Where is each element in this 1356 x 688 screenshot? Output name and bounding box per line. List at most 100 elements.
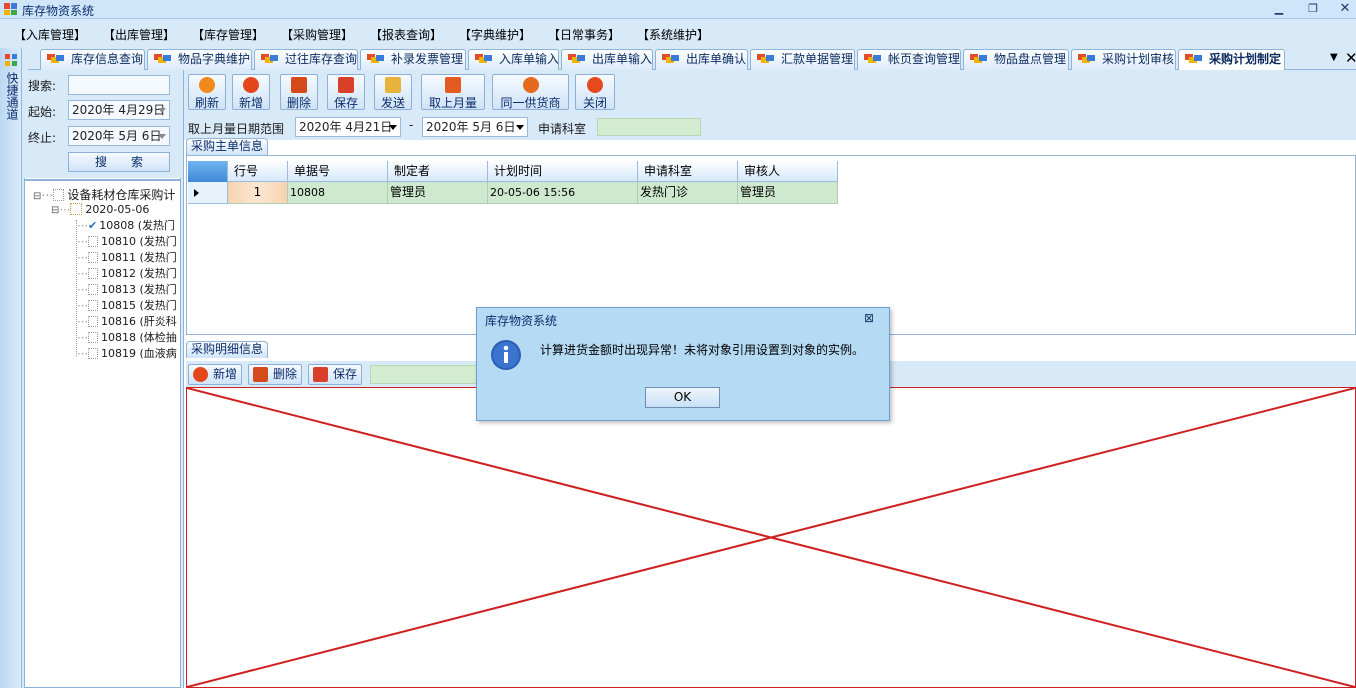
delete-button[interactable]: 删除 — [280, 74, 318, 110]
tab-invoice[interactable]: 补录发票管理 — [360, 49, 466, 70]
refresh-button[interactable]: 刷新 — [188, 74, 226, 110]
col-header-plan-time[interactable]: 计划时间 — [488, 161, 638, 182]
minimize-button[interactable]: ▁ — [1268, 2, 1290, 17]
row-indicator[interactable] — [188, 182, 228, 204]
menu-reports[interactable]: 【报表查询】 — [370, 26, 442, 43]
range-to-value: 2020年 5月 6日 — [426, 120, 516, 134]
add-button[interactable]: 新增 — [232, 74, 270, 110]
col-header-dept[interactable]: 申请科室 — [638, 161, 738, 182]
detail-delete-button[interactable]: 删除 — [248, 364, 303, 385]
tree-item[interactable]: ⋯ 10811 (发热门 — [77, 249, 177, 265]
menu-dictionary[interactable]: 【字典维护】 — [459, 26, 531, 43]
search-button[interactable]: 搜 索 — [68, 152, 170, 172]
menu-inbound[interactable]: 【入库管理】 — [14, 26, 86, 43]
tab-outbound-confirm[interactable]: 出库单确认 — [655, 49, 748, 70]
dialog-title: 库存物资系统 — [485, 314, 558, 328]
tab-label: 汇款单据管理 — [781, 52, 854, 66]
end-date-picker[interactable]: 2020年 5月 6日 — [68, 126, 170, 146]
restore-button[interactable]: ❐ — [1302, 2, 1324, 17]
tree-item[interactable]: ⋯ 10815 (发热门 — [77, 297, 177, 313]
tree-date-label: 2020-05-06 — [85, 203, 150, 216]
range-from-value: 2020年 4月21日 — [299, 120, 393, 134]
same-supplier-button[interactable]: 同一供货商 — [492, 74, 569, 110]
close-window-button[interactable]: ✕ — [1334, 2, 1356, 17]
table-cell-dept[interactable]: 发热门诊 — [638, 182, 738, 204]
add-icon — [193, 367, 208, 382]
fetch-last-month-button[interactable]: 取上月量 — [421, 74, 485, 110]
tree-date-node[interactable]: ⊟⋯ 2020-05-06 — [51, 203, 149, 216]
table-cell-row-no[interactable]: 1 — [228, 182, 288, 204]
tab-past-stock[interactable]: 过往库存查询 — [254, 49, 358, 70]
tab-bar: 库存信息查询 物品字典维护 过往库存查询 补录发票管理 入库单输入 出库单输入 … — [28, 48, 1356, 70]
dept-input[interactable] — [597, 118, 701, 136]
tree-item-label: 10818 (体检抽 — [101, 331, 177, 344]
trash-icon — [253, 367, 268, 382]
tab-icon — [757, 53, 775, 66]
tab-icon — [47, 53, 65, 66]
table-cell-plan-time[interactable]: 20-05-06 15:56 — [488, 182, 638, 204]
tab-plan-create[interactable]: 采购计划制定 — [1178, 49, 1285, 70]
table-cell-creator[interactable]: 管理员 — [388, 182, 488, 204]
tab-remittance[interactable]: 汇款单据管理 — [750, 49, 855, 70]
col-header-reviewer[interactable]: 审核人 — [738, 161, 838, 182]
range-from-picker[interactable]: 2020年 4月21日 — [295, 117, 401, 137]
tab-stocktake[interactable]: 物品盘点管理 — [963, 49, 1069, 70]
error-dialog: 库存物资系统 ⊠ 计算进货金额时出现异常！未将对象引用设置到对象的实例。 OK — [476, 307, 890, 421]
save-button[interactable]: 保存 — [327, 74, 365, 110]
dialog-close-icon[interactable]: ⊠ — [864, 311, 874, 325]
start-date-picker[interactable]: 2020年 4月29日 — [68, 100, 170, 120]
col-header-doc-no[interactable]: 单据号 — [288, 161, 388, 182]
table-cell-doc-no[interactable]: 10808 — [288, 182, 388, 204]
menu-inventory[interactable]: 【库存管理】 — [192, 26, 264, 43]
import-icon — [445, 77, 461, 93]
tab-outbound-entry[interactable]: 出库单输入 — [561, 49, 653, 70]
end-date-value: 2020年 5月 6日 — [72, 129, 162, 143]
search-input[interactable] — [68, 75, 170, 95]
tab-label: 帐页查询管理 — [888, 52, 961, 66]
document-icon — [88, 236, 98, 247]
menu-purchase[interactable]: 【采购管理】 — [281, 26, 353, 43]
col-header-creator[interactable]: 制定者 — [388, 161, 488, 182]
col-header-row-no[interactable]: 行号 — [228, 161, 288, 182]
send-button[interactable]: 发送 — [374, 74, 412, 110]
tree-item[interactable]: ⋯ 10816 (肝炎科 — [77, 313, 177, 329]
tab-label: 采购计划审核 — [1102, 52, 1175, 66]
tree-item-label: 10808 (发热门 — [99, 219, 175, 232]
folder-icon — [53, 189, 65, 201]
select-all-cell[interactable] — [188, 161, 228, 182]
plan-tree[interactable]: ⊟⋯ 设备耗材仓库采购计 ⊟⋯ 2020-05-06 ⋯✔ 10808 (发热门 ⋯ 1… — [33, 186, 181, 366]
tab-list-dropdown-icon[interactable]: ▼ — [1330, 52, 1338, 63]
ok-button[interactable]: OK — [645, 387, 720, 408]
range-to-picker[interactable]: 2020年 5月 6日 — [422, 117, 528, 137]
menu-system[interactable]: 【系统维护】 — [637, 26, 709, 43]
table-cell-reviewer[interactable]: 管理员 — [738, 182, 838, 204]
tab-ledger[interactable]: 帐页查询管理 — [857, 49, 961, 70]
tree-item[interactable]: ⋯ 10812 (发热门 — [77, 265, 177, 281]
tree-item[interactable]: ⋯✔ 10808 (发热门 — [77, 217, 175, 233]
menu-outbound[interactable]: 【出库管理】 — [103, 26, 175, 43]
check-icon: ✔ — [88, 219, 98, 232]
tab-inbound-entry[interactable]: 入库单输入 — [468, 49, 559, 70]
tree-item[interactable]: ⋯ 10813 (发热门 — [77, 281, 177, 297]
detail-save-button[interactable]: 保存 — [308, 364, 363, 385]
error-cross-icon — [187, 388, 1355, 687]
tree-item[interactable]: ⋯ 10810 (发热门 — [77, 233, 177, 249]
tab-label: 物品字典维护 — [178, 52, 251, 66]
menu-daily[interactable]: 【日常事务】 — [548, 26, 620, 43]
detail-add-button[interactable]: 新增 — [188, 364, 243, 385]
close-button[interactable]: 关闭 — [575, 74, 615, 110]
left-search-area: 搜索: 起始: 2020年 4月29日 终止: 2020年 5月 6日 搜 索 — [24, 70, 181, 178]
tree-root[interactable]: ⊟⋯ 设备耗材仓库采购计 — [33, 186, 175, 203]
tree-item[interactable]: ⋯ 10818 (体检抽 — [77, 329, 177, 345]
tab-close-icon[interactable]: ✕ — [1345, 49, 1356, 67]
tab-label: 补录发票管理 — [391, 52, 464, 66]
quick-access-icon — [5, 54, 17, 66]
tab-item-dictionary[interactable]: 物品字典维护 — [147, 49, 252, 70]
quick-access-label: 快捷通道 — [5, 72, 19, 120]
document-icon — [88, 348, 98, 359]
tab-stock-info[interactable]: 库存信息查询 — [40, 49, 145, 70]
document-icon — [88, 252, 98, 263]
quick-access-bar[interactable]: 快捷通道 — [0, 48, 22, 688]
tab-plan-review[interactable]: 采购计划审核 — [1071, 49, 1176, 70]
tree-item[interactable]: ⋯ 10819 (血液病 — [77, 345, 177, 361]
